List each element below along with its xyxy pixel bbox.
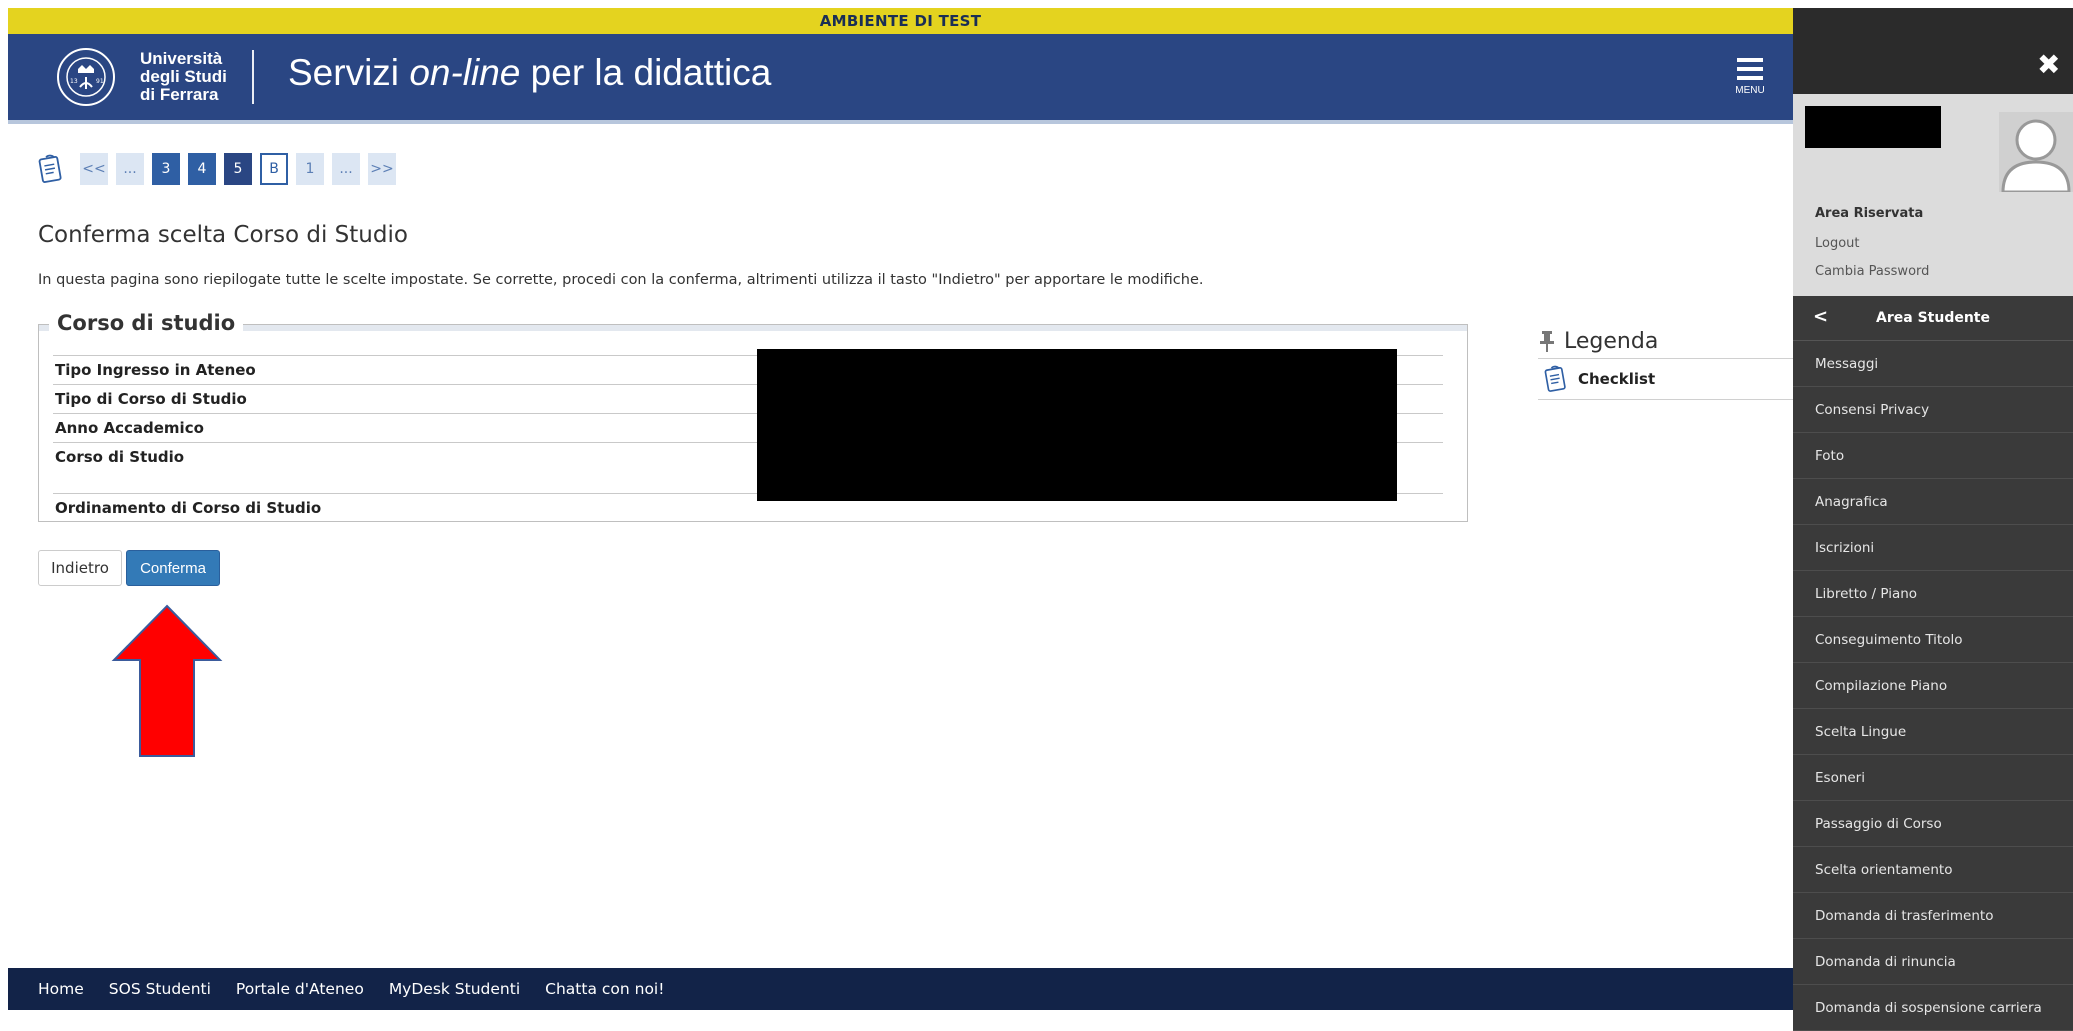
red-arrow-annotation-icon: [111, 604, 223, 757]
logo-line-3: di Ferrara: [140, 85, 219, 104]
footer-link-chatta[interactable]: Chatta con noi!: [545, 980, 664, 998]
main-page: AMBIENTE DI TEST 13 91 Università degli …: [0, 0, 1802, 1010]
wizard-step-3[interactable]: 3: [152, 153, 180, 185]
test-environment-banner: AMBIENTE DI TEST: [8, 8, 1793, 34]
side-menu-item-scelta-lingue[interactable]: Scelta Lingue: [1793, 709, 2073, 755]
side-menu-item-anagrafica[interactable]: Anagrafica: [1793, 479, 2073, 525]
student-area-menu: < Area Studente Messaggi Consensi Privac…: [1793, 296, 2073, 1031]
avatar-icon: [1999, 112, 2073, 192]
fieldset-top-band: [39, 325, 1467, 331]
hamburger-icon: [1728, 58, 1772, 80]
title-prefix: Servizi: [288, 52, 410, 93]
site-footer: Home SOS Studenti Portale d'Ateneo MyDes…: [8, 968, 1793, 1010]
wizard-step-1[interactable]: 1: [296, 153, 324, 185]
wizard-first[interactable]: <<: [80, 153, 108, 185]
header-divider: [252, 50, 254, 104]
page-title: Conferma scelta Corso di Studio: [38, 222, 408, 248]
menu-button[interactable]: MENU: [1728, 58, 1772, 108]
wizard-ellipsis-2[interactable]: ...: [332, 153, 360, 185]
legend-title: Legenda: [1538, 324, 1802, 358]
user-box: Area Riservata Logout Cambia Password: [1793, 94, 2073, 296]
side-menu-item-esoneri[interactable]: Esoneri: [1793, 755, 2073, 801]
side-menu-item-messaggi[interactable]: Messaggi: [1793, 341, 2073, 387]
side-menu-item-foto[interactable]: Foto: [1793, 433, 2073, 479]
redacted-user-name: [1805, 106, 1941, 148]
row-label: Ordinamento di Corso di Studio: [55, 499, 322, 517]
side-menu-item-libretto-piano[interactable]: Libretto / Piano: [1793, 571, 2073, 617]
confirm-button[interactable]: Conferma: [126, 550, 220, 586]
side-menu-item-domanda-trasferimento[interactable]: Domanda di trasferimento: [1793, 893, 2073, 939]
side-menu-item-scelta-orientamento[interactable]: Scelta orientamento: [1793, 847, 2073, 893]
intro-text: In questa pagina sono riepilogate tutte …: [38, 272, 1204, 288]
checklist-icon: [1544, 365, 1566, 392]
title-suffix: per la didattica: [520, 52, 772, 93]
legend-title-text: Legenda: [1564, 328, 1659, 354]
logout-link[interactable]: Logout: [1815, 236, 1860, 251]
back-button[interactable]: Indietro: [38, 550, 122, 586]
side-menu-item-consensi-privacy[interactable]: Consensi Privacy: [1793, 387, 2073, 433]
area-riservata-label: Area Riservata: [1815, 206, 1924, 221]
wizard-navigation: << ... 3 4 5 B 1 ... >>: [38, 152, 404, 186]
wizard-step-4[interactable]: 4: [188, 153, 216, 185]
side-menu-panel: ✖ Area Riservata Logout Cambia Password …: [1793, 8, 2073, 1031]
svg-text:13: 13: [70, 78, 78, 85]
row-label: Tipo Ingresso in Ateneo: [55, 361, 256, 379]
legend-item-checklist: Checklist: [1538, 358, 1802, 400]
side-menu-item-domanda-rinuncia[interactable]: Domanda di rinuncia: [1793, 939, 2073, 985]
side-panel-top: ✖: [1793, 8, 2073, 94]
change-password-link[interactable]: Cambia Password: [1815, 264, 1929, 279]
side-menu-item-passaggio-corso[interactable]: Passaggio di Corso: [1793, 801, 2073, 847]
row-label: Corso di Studio: [55, 448, 185, 466]
legend-item-label: Checklist: [1578, 370, 1656, 388]
row-label: Anno Accademico: [55, 419, 204, 437]
logo-line-1: Università: [140, 49, 223, 68]
row-label: Tipo di Corso di Studio: [55, 390, 247, 408]
footer-link-portale-ateneo[interactable]: Portale d'Ateneo: [236, 980, 364, 998]
wizard-step-5[interactable]: 5: [224, 153, 252, 185]
footer-link-sos-studenti[interactable]: SOS Studenti: [109, 980, 211, 998]
logo-line-2: degli Studi: [140, 67, 227, 86]
footer-link-home[interactable]: Home: [38, 980, 84, 998]
student-area-title: Area Studente: [1876, 310, 1990, 326]
site-header: 13 91 Università degli Studi di Ferrara …: [8, 34, 1793, 124]
fieldset-legend: Corso di studio: [49, 311, 244, 335]
side-menu-item-domanda-sospensione[interactable]: Domanda di sospensione carriera: [1793, 985, 2073, 1031]
footer-link-mydesk-studenti[interactable]: MyDesk Studenti: [389, 980, 520, 998]
course-fieldset: Corso di studio Tipo Ingresso in Ateneo …: [38, 311, 1468, 522]
checklist-icon[interactable]: [38, 154, 64, 184]
svg-text:91: 91: [96, 78, 104, 85]
wizard-last[interactable]: >>: [368, 153, 396, 185]
university-seal-icon: 13 91: [57, 48, 115, 106]
redacted-values: [757, 349, 1397, 501]
page-header-title: Servizi on-line per la didattica: [288, 52, 771, 94]
university-logo-text: Università degli Studi di Ferrara: [140, 50, 227, 104]
side-menu-item-iscrizioni[interactable]: Iscrizioni: [1793, 525, 2073, 571]
menu-label: MENU: [1735, 85, 1765, 96]
student-area-header: < Area Studente: [1793, 296, 2073, 341]
close-icon[interactable]: ✖: [2037, 48, 2060, 81]
title-italic: on-line: [409, 52, 521, 93]
wizard-ellipsis[interactable]: ...: [116, 153, 144, 185]
legend-panel: Legenda Checklist: [1538, 324, 1802, 400]
side-menu-item-conseguimento-titolo[interactable]: Conseguimento Titolo: [1793, 617, 2073, 663]
chevron-left-icon[interactable]: <: [1813, 306, 1828, 327]
side-menu-item-compilazione-piano[interactable]: Compilazione Piano: [1793, 663, 2073, 709]
wizard-step-b-current[interactable]: B: [260, 153, 288, 185]
pin-icon: [1540, 331, 1554, 352]
